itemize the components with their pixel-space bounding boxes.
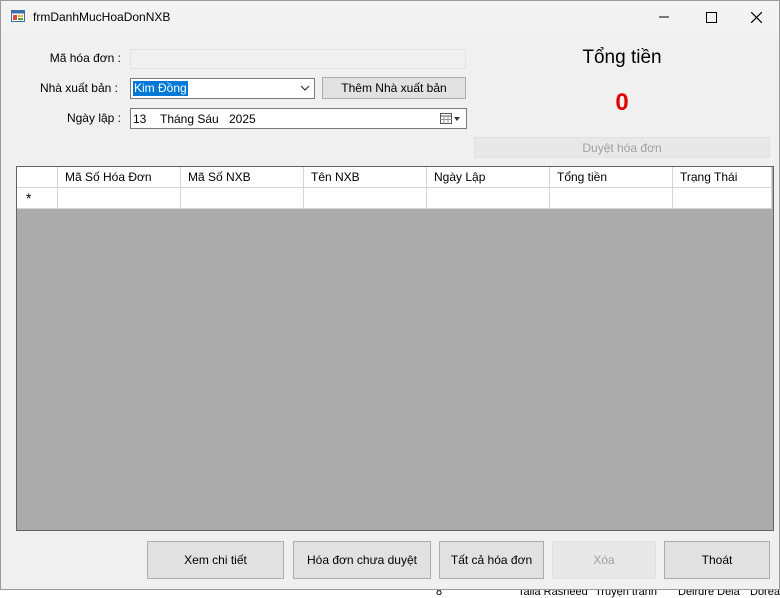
table-cell[interactable] (550, 188, 673, 209)
table-cell[interactable] (673, 188, 772, 209)
ngay-lap-label: Ngày lập : (66, 111, 121, 125)
them-nha-xuat-ban-button[interactable]: Thêm Nhà xuất bản (322, 77, 466, 99)
nha-xuat-ban-dropdown[interactable]: Kim Đồng (130, 78, 315, 99)
table-cell[interactable] (181, 188, 304, 209)
column-header[interactable]: Trạng Thái (673, 167, 772, 188)
column-header[interactable]: Mã Số NXB (181, 167, 304, 188)
grid-header-row: Mã Số Hóa Đơn Mã Số NXB Tên NXB Ngày Lập… (17, 167, 772, 188)
column-header[interactable]: Tên NXB (304, 167, 427, 188)
hoa-don-chua-duyet-button[interactable]: Hóa đơn chưa duyệt (293, 541, 431, 579)
column-header[interactable]: Mã Số Hóa Đơn (58, 167, 181, 188)
tong-tien-label: Tổng tiền (582, 47, 662, 68)
title-bar[interactable]: frmDanhMucHoaDonNXB (1, 1, 779, 33)
ma-hoa-don-field[interactable] (130, 49, 466, 69)
xoa-button[interactable]: Xóa (552, 541, 656, 579)
date-month[interactable]: Tháng Sáu (160, 112, 219, 126)
form-window: frmDanhMucHoaDonNXB Mã hóa đơn : Nhà xuấ… (0, 0, 780, 590)
close-button[interactable] (733, 1, 779, 33)
tong-tien-value: 0 (615, 89, 629, 116)
table-cell[interactable] (427, 188, 550, 209)
ma-hoa-don-label: Mã hóa đơn : (49, 51, 121, 65)
invoice-grid[interactable]: Mã Số Hóa Đơn Mã Số NXB Tên NXB Ngày Lập… (16, 166, 774, 531)
tat-ca-hoa-don-button[interactable]: Tất cả hóa đơn (439, 541, 544, 579)
minimize-icon (659, 16, 669, 18)
column-header[interactable]: Ngày Lập (427, 167, 550, 188)
close-icon (750, 11, 762, 23)
window-title: frmDanhMucHoaDonNXB (33, 10, 171, 24)
calendar-dropdown-icon[interactable] (440, 113, 462, 125)
ngay-lap-datepicker[interactable]: 13 Tháng Sáu 2025 (130, 108, 467, 129)
maximize-icon (705, 11, 717, 23)
minimize-button[interactable] (641, 1, 687, 33)
column-header[interactable]: Tổng tiền (550, 167, 673, 188)
row-header-corner[interactable] (17, 167, 58, 188)
new-row[interactable]: * (17, 188, 772, 209)
table-cell[interactable] (58, 188, 181, 209)
new-row-marker[interactable]: * (17, 188, 58, 209)
date-year[interactable]: 2025 (229, 112, 256, 126)
thoat-button[interactable]: Thoát (664, 541, 770, 579)
maximize-button[interactable] (688, 1, 734, 33)
nha-xuat-ban-label: Nhà xuất bản : (39, 81, 118, 95)
date-day[interactable]: 13 (133, 112, 146, 126)
app-icon (11, 10, 25, 22)
duyet-hoa-don-button[interactable]: Duyệt hóa đơn (474, 137, 770, 158)
nha-xuat-ban-selected: Kim Đồng (133, 81, 188, 96)
chevron-down-icon (300, 85, 310, 91)
xem-chi-tiet-button[interactable]: Xem chi tiết (147, 541, 284, 579)
table-cell[interactable] (304, 188, 427, 209)
